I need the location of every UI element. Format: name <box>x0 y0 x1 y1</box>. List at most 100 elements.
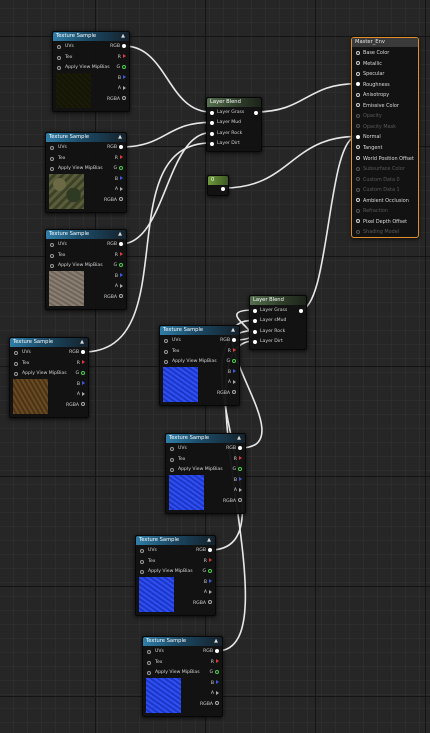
output-pin-b[interactable] <box>216 680 219 684</box>
output-pin-rgba[interactable] <box>232 390 236 394</box>
input-pin[interactable] <box>140 549 144 553</box>
node-title[interactable]: Texture Sample ▲ <box>10 338 88 347</box>
collapse-chevron-icon[interactable]: ▲ <box>237 434 241 443</box>
collapse-chevron-icon[interactable]: ▲ <box>118 230 122 239</box>
master-input-pin[interactable] <box>356 61 360 66</box>
output-pin-g[interactable] <box>215 669 219 674</box>
output-pin-rgba[interactable] <box>122 96 126 100</box>
input-pin[interactable] <box>50 253 54 258</box>
output-pin-r[interactable] <box>209 558 212 562</box>
output-pin-r[interactable] <box>82 360 85 364</box>
master-input-pin[interactable] <box>356 50 360 55</box>
master-pin-row[interactable]: Anisotropy <box>356 90 389 101</box>
input-pin[interactable] <box>140 559 144 564</box>
output-pin-rgb[interactable] <box>81 349 85 354</box>
master-pin-row[interactable]: Emissive Color <box>356 101 399 112</box>
master-pin-row[interactable]: Normal <box>356 132 381 143</box>
layer-blend-node-b1[interactable]: Layer Blend Layer Grass Layer Mud Layer Roc… <box>206 97 262 152</box>
output-pin-g[interactable] <box>119 165 123 170</box>
texture-sample-node-t2[interactable]: Texture Sample ▲ UVs Tex Apply View MipBias R… <box>45 132 127 213</box>
texture-sample-node-t3[interactable]: Texture Sample ▲ UVs Tex Apply View MipBias R… <box>45 229 127 310</box>
output-pin-r[interactable] <box>120 155 123 159</box>
layer-input-pin[interactable] <box>253 329 257 334</box>
master-pin-row[interactable]: Base Color <box>356 48 389 59</box>
output-pin-a[interactable] <box>239 487 242 492</box>
input-pin[interactable] <box>50 243 54 247</box>
output-pin-a[interactable] <box>233 379 236 384</box>
node-title[interactable]: Texture Sample ▲ <box>136 536 215 545</box>
input-pin[interactable] <box>164 360 168 364</box>
input-pin[interactable] <box>50 264 54 268</box>
texture-sample-node-t7[interactable]: Texture Sample ▲ UVs Tex Apply View MipBias R… <box>135 535 216 616</box>
master-pin-row[interactable]: Tangent <box>356 143 382 154</box>
output-pin-b[interactable] <box>123 75 126 79</box>
layer-blend-node-b2[interactable]: Layer Blend Layer Grass Layer sMud Layer Ro… <box>249 295 307 350</box>
master-pin-row[interactable]: Ambient Occlusion <box>356 196 409 207</box>
output-pin-rgba[interactable] <box>208 600 212 604</box>
texture-sample-node-t5[interactable]: Texture Sample ▲ UVs Tex Apply View MipBias R… <box>159 325 240 406</box>
output-pin-a[interactable] <box>216 690 219 695</box>
master-pin-row[interactable]: Pixel Depth Offset <box>356 217 407 228</box>
output-pin-r[interactable] <box>216 659 219 663</box>
input-pin[interactable] <box>170 468 174 472</box>
master-input-pin[interactable] <box>356 92 360 97</box>
output-pin-b[interactable] <box>120 273 123 277</box>
output-pin-g[interactable] <box>81 370 85 375</box>
output-pin-rgb[interactable] <box>232 337 236 342</box>
output-pin-rgb[interactable] <box>122 43 126 48</box>
output-pin-a[interactable] <box>120 283 123 288</box>
texture-sample-node-t6[interactable]: Texture Sample ▲ UVs Tex Apply View MipBias R… <box>165 433 246 514</box>
master-pin-row[interactable]: World Position Offset <box>356 154 414 165</box>
output-pin-g[interactable] <box>232 358 236 363</box>
input-pin[interactable] <box>50 167 54 171</box>
output-pin-a[interactable] <box>120 186 123 191</box>
texture-sample-node-t1[interactable]: Texture Sample ▲ UVs Tex Apply View MipBias R… <box>52 31 130 112</box>
node-title[interactable]: Texture Sample ▲ <box>53 32 129 41</box>
layer-input-pin[interactable] <box>253 319 257 324</box>
output-pin-rgba[interactable] <box>119 197 123 201</box>
output-pin-a[interactable] <box>82 391 85 396</box>
input-pin[interactable] <box>170 447 174 451</box>
input-pin[interactable] <box>140 570 144 574</box>
node-title[interactable]: Texture Sample ▲ <box>46 230 126 239</box>
constant-value[interactable]: 0 <box>208 176 228 185</box>
output-pin-b[interactable] <box>82 381 85 385</box>
master-title[interactable]: Master_Env <box>352 38 418 47</box>
collapse-chevron-icon[interactable]: ▲ <box>207 536 211 545</box>
input-pin[interactable] <box>14 351 18 355</box>
input-pin[interactable] <box>147 671 151 675</box>
output-pin-rgba[interactable] <box>119 294 123 298</box>
output-pin-b[interactable] <box>233 369 236 373</box>
collapse-chevron-icon[interactable]: ▲ <box>214 637 218 646</box>
layer-input-pin[interactable] <box>253 339 257 344</box>
input-pin[interactable] <box>50 156 54 161</box>
input-pin[interactable] <box>50 146 54 150</box>
output-pin-g[interactable] <box>119 262 123 267</box>
master-input-pin[interactable] <box>356 219 360 224</box>
input-pin[interactable] <box>147 660 151 665</box>
input-pin[interactable] <box>164 349 168 354</box>
master-input-pin[interactable] <box>356 156 360 160</box>
output-pin-r[interactable] <box>239 456 242 460</box>
node-title[interactable]: Texture Sample ▲ <box>46 133 126 142</box>
texture-sample-node-t8[interactable]: Texture Sample ▲ UVs Tex Apply View MipBias R… <box>142 636 223 717</box>
blend-output-pin[interactable] <box>299 309 303 313</box>
input-pin[interactable] <box>57 45 61 49</box>
input-pin[interactable] <box>14 372 18 376</box>
output-pin-rgba[interactable] <box>238 498 242 502</box>
output-pin-rgb[interactable] <box>119 241 123 246</box>
output-pin-a[interactable] <box>209 589 212 594</box>
output-pin-g[interactable] <box>122 64 126 69</box>
node-title[interactable]: Texture Sample ▲ <box>166 434 245 443</box>
master-input-pin[interactable] <box>356 82 360 87</box>
output-pin-rgba[interactable] <box>215 701 219 705</box>
node-title[interactable]: Texture Sample ▲ <box>143 637 222 646</box>
output-pin-b[interactable] <box>209 579 212 583</box>
master-input-pin[interactable] <box>356 71 360 76</box>
output-pin-a[interactable] <box>123 85 126 90</box>
input-pin[interactable] <box>170 457 174 462</box>
node-title[interactable]: Layer Blend <box>207 98 261 107</box>
output-pin-rgb[interactable] <box>119 144 123 149</box>
texture-sample-node-t4[interactable]: Texture Sample ▲ UVs Tex Apply View MipBias R… <box>9 337 89 418</box>
collapse-chevron-icon[interactable]: ▲ <box>80 338 84 347</box>
